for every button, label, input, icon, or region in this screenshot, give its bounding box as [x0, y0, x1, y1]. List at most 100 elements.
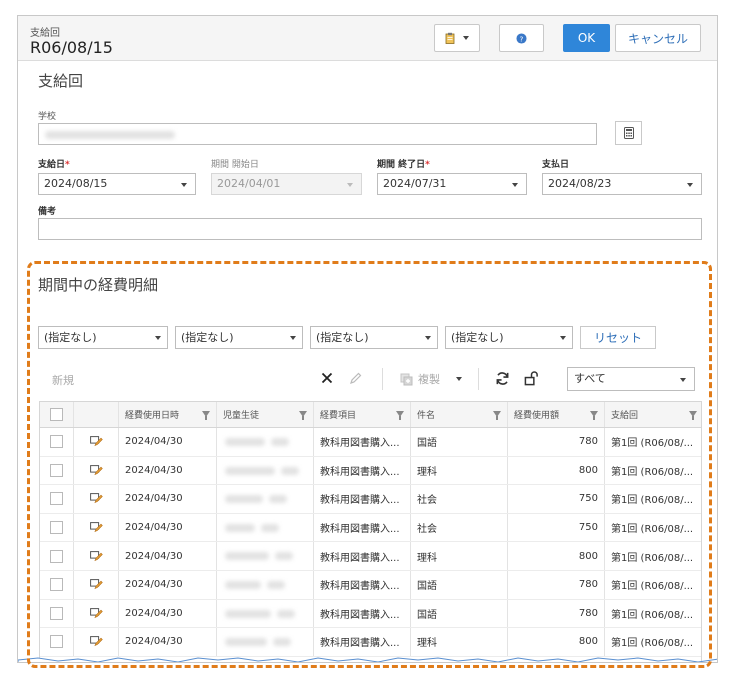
cell-student [217, 571, 314, 599]
ok-button[interactable]: OK [563, 24, 610, 52]
cell-expense-item: 教科用図書購入... [314, 513, 411, 542]
chevron-down-icon [456, 377, 462, 381]
delete-button[interactable] [320, 370, 334, 386]
edit-row-icon[interactable] [89, 636, 103, 647]
filter-icon[interactable] [202, 411, 210, 420]
view-select[interactable]: すべて [567, 367, 695, 391]
redacted-text [225, 581, 261, 589]
pay-date-select[interactable]: 2024/08/15 [38, 173, 196, 195]
school-field[interactable] [38, 123, 597, 145]
header-expense-item[interactable]: 経費項目 [314, 402, 411, 427]
row-edit-cell [74, 428, 119, 456]
payment-date-label: 支払日 [542, 160, 570, 170]
redacted-text [225, 552, 269, 561]
redacted-text [225, 495, 263, 504]
filter-icon[interactable] [396, 411, 404, 420]
duplicate-label: 複製 [418, 373, 440, 386]
payment-date-select[interactable]: 2024/08/23 [542, 173, 702, 195]
filter-icon[interactable] [590, 411, 598, 420]
select-all-checkbox[interactable] [50, 408, 63, 421]
cell-amount: 780 [508, 571, 605, 599]
edit-row-icon[interactable] [89, 493, 103, 504]
edit-row-icon[interactable] [89, 464, 103, 476]
row-checkbox[interactable] [50, 549, 63, 563]
row-checkbox[interactable] [50, 635, 63, 649]
edit-row-icon[interactable] [89, 522, 103, 533]
cell-amount: 800 [508, 542, 605, 570]
redacted-text [225, 438, 265, 446]
edit-row-icon[interactable] [89, 607, 103, 619]
filter-select-4[interactable]: (指定なし) [445, 326, 573, 349]
dialog: 支給回 R06/08/15 ? OK キャンセル 支給回 学校 支給日* 期間 … [17, 15, 718, 663]
redacted-text [277, 609, 295, 618]
expense-grid: 経費使用日時 児童生徒 経費項目 件名 経費使用額 支給回 2024/04/30… [39, 401, 702, 662]
chevron-down-icon [680, 378, 686, 382]
redacted-text [225, 523, 255, 532]
cell-expense-item: 教科用図書購入... [314, 542, 411, 570]
edit-row-icon[interactable] [89, 550, 103, 562]
refresh-button[interactable] [494, 370, 510, 386]
redacted-text [281, 466, 299, 475]
header-subject[interactable]: 件名 [411, 402, 508, 427]
calculator-button[interactable] [615, 121, 642, 145]
row-checkbox[interactable] [50, 492, 63, 506]
row-select-cell [40, 542, 74, 570]
table-row[interactable]: 2024/04/30 教科用図書購入... 理科 800 第1回 (R06/08/... [40, 628, 701, 657]
cell-usage-date: 2024/04/30 [119, 513, 217, 542]
table-row[interactable]: 2024/04/30 教科用図書購入... 国語 780 第1回 (R06/08/... [40, 571, 701, 600]
svg-text:?: ? [520, 34, 524, 43]
filter-select-3[interactable]: (指定なし) [310, 326, 438, 349]
new-button[interactable]: 新規 [52, 372, 74, 388]
period-start-value: 2024/04/01 [217, 177, 281, 190]
reset-button[interactable]: リセット [580, 326, 656, 349]
edit-button[interactable] [348, 370, 362, 386]
row-select-cell [40, 628, 74, 656]
cell-subject: 理科 [411, 542, 508, 570]
cell-amount: 800 [508, 456, 605, 485]
row-checkbox[interactable] [50, 578, 63, 592]
table-row[interactable]: 2024/04/30 教科用図書購入... 社会 750 第1回 (R06/08/... [40, 485, 701, 514]
edit-row-icon[interactable] [89, 436, 103, 447]
table-row[interactable]: 2024/04/30 教科用図書購入... 社会 750 第1回 (R06/08/... [40, 513, 701, 543]
chevron-down-icon [687, 183, 693, 187]
row-checkbox[interactable] [50, 463, 63, 477]
filter-select-2[interactable]: (指定なし) [175, 326, 303, 349]
filter-icon[interactable] [493, 411, 501, 420]
cell-expense-item: 教科用図書購入... [314, 456, 411, 485]
duplicate-button[interactable]: 複製 [400, 367, 462, 391]
table-row[interactable]: 2024/04/30 教科用図書購入... 国語 780 第1回 (R06/08/... [40, 428, 701, 457]
table-row[interactable]: 2024/04/30 教科用図書購入... 国語 780 第1回 (R06/08/... [40, 599, 701, 629]
table-row[interactable]: 2024/04/30 教科用図書購入... 理科 800 第1回 (R06/08/... [40, 456, 701, 486]
refresh-icon [496, 371, 508, 385]
toolbar-divider [382, 368, 383, 390]
row-select-cell [40, 428, 74, 456]
payment-date-value: 2024/08/23 [548, 177, 612, 190]
cell-payment-round: 第1回 (R06/08/... [611, 466, 694, 478]
header-payment-round[interactable]: 支給回 [605, 402, 701, 427]
copy-icon [400, 373, 413, 385]
cell-payment-round: 第1回 (R06/08/... [611, 438, 694, 450]
cell-student [217, 628, 314, 656]
filter-select-1[interactable]: (指定なし) [38, 326, 168, 349]
column-label: 件名 [417, 411, 436, 421]
header-amount[interactable]: 経費使用額 [508, 402, 605, 427]
header-student[interactable]: 児童生徒 [217, 402, 314, 427]
notes-field[interactable] [38, 218, 702, 240]
cell-expense-item: 教科用図書購入... [314, 571, 411, 599]
edit-row-icon[interactable] [89, 579, 103, 590]
dialog-header: 支給回 R06/08/15 ? OK キャンセル [18, 16, 717, 61]
header-usage-date[interactable]: 経費使用日時 [119, 402, 217, 427]
unlock-button[interactable] [523, 370, 539, 386]
row-checkbox[interactable] [50, 606, 63, 620]
table-row[interactable]: 2024/04/30 教科用図書購入... 理科 800 第1回 (R06/08/... [40, 542, 701, 571]
clipboard-menu-button[interactable] [434, 24, 480, 52]
filter-icon[interactable] [689, 411, 697, 420]
cell-usage-date: 2024/04/30 [119, 456, 217, 485]
row-checkbox[interactable] [50, 521, 63, 535]
cancel-button[interactable]: キャンセル [615, 24, 701, 52]
period-end-select[interactable]: 2024/07/31 [377, 173, 527, 195]
row-checkbox[interactable] [50, 435, 63, 449]
filter-icon[interactable] [299, 411, 307, 420]
cell-amount: 780 [508, 599, 605, 628]
help-button[interactable]: ? [499, 24, 544, 52]
